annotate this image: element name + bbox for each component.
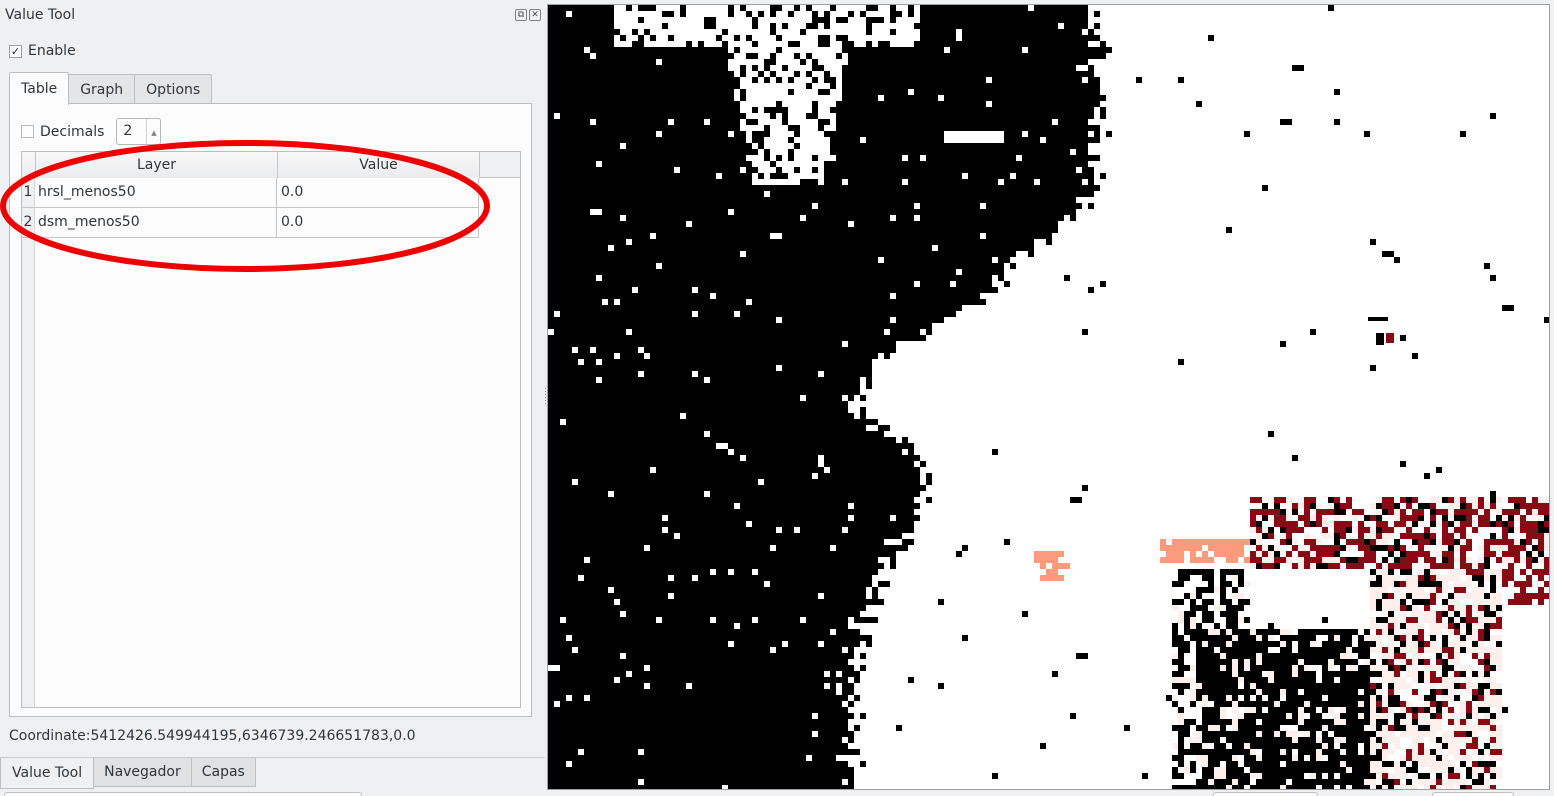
value-cell[interactable]: 0.0: [278, 178, 479, 207]
qgis-window: Value Tool ⧉ ✕ ✓ Enable Table Graph Opti…: [0, 0, 1554, 796]
float-icon[interactable]: ⧉: [515, 9, 527, 21]
row-number[interactable]: 2: [22, 208, 35, 237]
table-row[interactable]: 2 dsm_menos50 0.0: [22, 208, 479, 238]
bottom-tab-navegador[interactable]: Navegador: [93, 758, 192, 787]
map-canvas[interactable]: [547, 4, 1550, 790]
value-cell[interactable]: 0.0: [278, 208, 479, 237]
rotation-spinbox[interactable]: [1432, 792, 1514, 796]
close-icon[interactable]: ✕: [529, 9, 541, 21]
coordinate-readout: Coordinate:5412426.549944195,6346739.246…: [9, 728, 416, 744]
values-table: Layer Value 1 hrsl_menos50 0.0 2 dsm_men…: [21, 151, 521, 708]
scale-combobox[interactable]: [1213, 792, 1318, 796]
dock-bottom-tabs: Value Tool Navegador Capas: [0, 758, 256, 789]
table-tab-pane: Decimals 2 ▲ ▼ Layer Value 1: [9, 103, 532, 717]
enable-checkbox-row[interactable]: ✓ Enable: [9, 43, 76, 59]
corner-cell[interactable]: [22, 152, 36, 178]
tab-graph[interactable]: Graph: [68, 74, 136, 105]
row-number[interactable]: 1: [22, 178, 35, 207]
raster-layer[interactable]: [548, 5, 1549, 789]
value-tool-tabs: Table Graph Options: [9, 72, 213, 105]
decimals-label: Decimals: [40, 123, 105, 140]
spin-up-icon[interactable]: ▲: [151, 121, 156, 146]
table-row[interactable]: 1 hrsl_menos50 0.0: [22, 178, 479, 208]
column-header-value[interactable]: Value: [278, 152, 480, 178]
decimals-spinbox[interactable]: 2 ▲ ▼: [116, 118, 162, 162]
layer-cell[interactable]: dsm_menos50: [36, 208, 277, 237]
enable-checkbox[interactable]: ✓: [9, 44, 22, 58]
tab-table[interactable]: Table: [9, 72, 70, 105]
splitter-grip-icon[interactable]: [545, 388, 546, 404]
decimals-value: 2: [123, 123, 133, 139]
bottom-tab-value-tool[interactable]: Value Tool: [0, 758, 95, 789]
column-header-layer[interactable]: Layer: [36, 152, 278, 178]
dock-title: Value Tool: [5, 7, 76, 23]
enable-label: Enable: [28, 43, 76, 59]
table-header: Layer Value: [22, 152, 520, 178]
decimals-checkbox[interactable]: [21, 125, 34, 138]
tab-options[interactable]: Options: [134, 74, 213, 105]
layer-cell[interactable]: hrsl_menos50: [36, 178, 277, 207]
value-tool-dock: Value Tool ⧉ ✕ ✓ Enable Table Graph Opti…: [0, 0, 545, 796]
status-input-field[interactable]: [4, 792, 362, 796]
bottom-tab-capas[interactable]: Capas: [190, 758, 256, 787]
